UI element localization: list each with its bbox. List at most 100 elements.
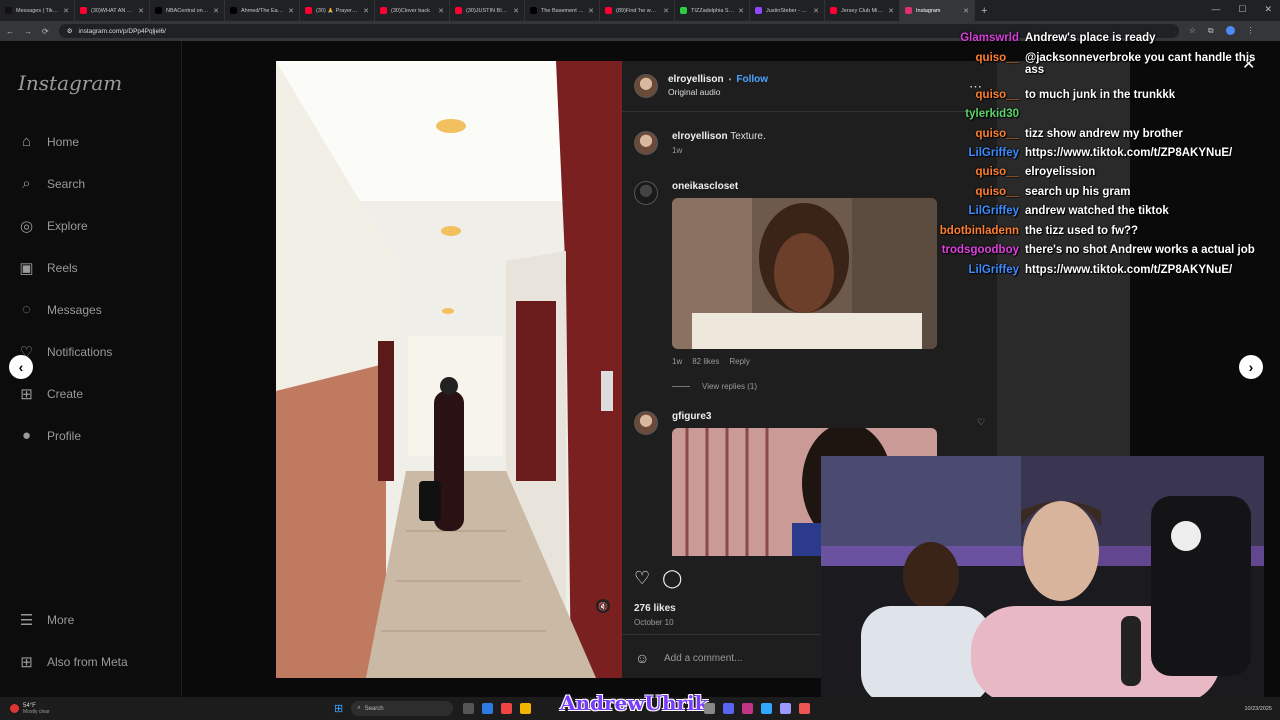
chat-username[interactable]: quiso__ xyxy=(900,89,1019,101)
close-window-icon[interactable]: ✕ xyxy=(1264,4,1272,15)
browser-tab[interactable]: (89)Find 'he was m ✕ xyxy=(600,0,675,21)
chat-username[interactable]: quiso__ xyxy=(900,186,1019,198)
browser-tab[interactable]: (30)JUSTIN BIEBER✕ xyxy=(450,0,525,21)
forward-icon[interactable]: → xyxy=(24,27,32,36)
tab-close-icon[interactable]: ✕ xyxy=(588,7,594,15)
browser-tab[interactable]: The Basement Spor ✕ xyxy=(525,0,600,21)
sidebar-item-messages[interactable]: ◌ Messages xyxy=(18,301,102,318)
next-post-button[interactable]: › xyxy=(1239,355,1263,379)
reload-icon[interactable]: ⟳ xyxy=(42,27,49,36)
site-info-icon[interactable]: ⚙ xyxy=(67,27,73,35)
discord-icon[interactable] xyxy=(723,703,734,714)
follow-button[interactable]: Follow xyxy=(736,74,768,85)
sidebar-item-notifications[interactable]: ♡ Notifications xyxy=(18,343,113,361)
browser-tab[interactable]: NBACentral on X: "/✕ xyxy=(150,0,225,21)
view-replies-button[interactable]: View replies (1) xyxy=(702,382,757,391)
photoshop-icon[interactable] xyxy=(761,703,772,714)
tab-favicon-icon xyxy=(5,7,12,14)
reply-button[interactable]: Reply xyxy=(729,357,749,366)
sidebar-item-explore[interactable]: ◎ Explore xyxy=(18,217,88,235)
app-icon[interactable] xyxy=(799,703,810,714)
chat-username[interactable]: tylerkid30 xyxy=(900,108,1019,120)
edge-icon[interactable] xyxy=(482,703,494,714)
browser-tab[interactable]: (30)Clover back ✕ xyxy=(375,0,450,21)
tab-close-icon[interactable]: ✕ xyxy=(513,7,519,15)
comment-icon[interactable]: ◯ xyxy=(662,568,682,589)
caption-avatar[interactable] xyxy=(634,131,658,155)
sidebar-item-reels[interactable]: ▣ Reels xyxy=(18,259,77,277)
taskbar-search[interactable]: ⌕ Search xyxy=(351,701,454,716)
weather-widget[interactable]: 54°F Mostly clear xyxy=(10,703,310,715)
instagram-logo[interactable]: Instagram xyxy=(18,71,122,95)
browser-tab[interactable]: JustinSteber - Twitch✕ xyxy=(750,0,825,21)
clock-date[interactable]: 10/23/2025 xyxy=(1244,706,1272,712)
audio-label[interactable]: Original audio xyxy=(668,87,768,97)
browser-tab[interactable]: Messages | TikTok ✕ xyxy=(0,0,75,21)
webcam-overlay xyxy=(821,456,1264,704)
browser-tab[interactable]: TIZZadelphia Stream ✕ xyxy=(675,0,750,21)
new-tab-icon[interactable]: + xyxy=(981,5,987,17)
author-username[interactable]: elroyellison xyxy=(668,74,724,85)
tab-close-icon[interactable]: ✕ xyxy=(963,7,969,15)
tab-close-icon[interactable]: ✕ xyxy=(288,7,294,15)
tab-close-icon[interactable]: ✕ xyxy=(438,7,444,15)
avatar-icon: ● xyxy=(21,427,32,444)
caption-username[interactable]: elroyellison xyxy=(672,131,728,142)
author-avatar[interactable] xyxy=(634,74,658,98)
chat-username[interactable]: quiso__ xyxy=(900,52,1019,64)
browser-tab[interactable]: Instagram ✕ xyxy=(900,0,975,21)
comment-gif[interactable] xyxy=(672,198,937,349)
browser-tab[interactable]: Ahmed/The Ears/& ✕ xyxy=(225,0,300,21)
comment-likes[interactable]: 82 likes xyxy=(692,357,719,366)
chat-username[interactable]: quiso__ xyxy=(900,166,1019,178)
instagram-app-icon[interactable] xyxy=(742,703,753,714)
more-button[interactable]: ☰ More xyxy=(18,611,75,629)
chat-username[interactable]: Glamswrld xyxy=(900,32,1019,44)
tab-close-icon[interactable]: ✕ xyxy=(213,7,219,15)
tab-close-icon[interactable]: ✕ xyxy=(138,7,144,15)
tab-close-icon[interactable]: ✕ xyxy=(663,7,669,15)
browser-tab[interactable]: Jersey Club Mix 2 (✕ xyxy=(825,0,900,21)
sidebar-item-create[interactable]: ⊞ Create xyxy=(18,385,83,403)
windows-start-icon[interactable]: ⊞ xyxy=(334,702,343,715)
sidebar-item-search[interactable]: ⌕ Search xyxy=(18,175,85,192)
mute-icon[interactable]: 🔇 xyxy=(596,599,610,613)
like-comment-icon[interactable]: ♡ xyxy=(977,417,985,428)
chat-username[interactable]: bdotbinladenn xyxy=(900,225,1019,237)
tab-close-icon[interactable]: ✕ xyxy=(363,7,369,15)
likes-count[interactable]: 276 likes xyxy=(634,603,676,614)
like-icon[interactable]: ♡ xyxy=(634,568,650,589)
comment-username[interactable]: oneikascloset xyxy=(672,181,937,192)
browser-tab[interactable]: (30) 🙏 Prayers up ✕ xyxy=(300,0,375,21)
previous-post-button[interactable]: ‹ xyxy=(9,355,33,379)
back-icon[interactable]: ← xyxy=(6,27,14,36)
tab-close-icon[interactable]: ✕ xyxy=(888,7,894,15)
also-from-meta-button[interactable]: ⊞ Also from Meta xyxy=(18,653,128,671)
add-comment-input[interactable]: Add a comment... xyxy=(664,653,742,664)
chat-username[interactable]: LilGriffey xyxy=(900,147,1019,159)
file-explorer-icon[interactable] xyxy=(463,703,475,714)
chrome-icon[interactable] xyxy=(501,703,513,714)
comment-username[interactable]: gfigure3 xyxy=(672,411,937,422)
emoji-icon[interactable]: ☺ xyxy=(635,650,649,666)
chat-text: Andrew's place is ready xyxy=(1025,32,1156,44)
chat-username[interactable]: LilGriffey xyxy=(900,264,1019,276)
sidebar-item-label: Search xyxy=(47,176,86,191)
tab-close-icon[interactable]: ✕ xyxy=(63,7,69,15)
chat-username[interactable]: trodsgoodboy xyxy=(900,244,1019,256)
premiere-icon[interactable] xyxy=(780,703,791,714)
chat-username[interactable]: LilGriffey xyxy=(900,205,1019,217)
chat-username[interactable]: quiso__ xyxy=(900,128,1019,140)
sidebar-item-profile[interactable]: ● Profile xyxy=(18,427,81,444)
tab-close-icon[interactable]: ✕ xyxy=(813,7,819,15)
sidebar-item-home[interactable]: ⌂ Home xyxy=(18,133,79,150)
comment-avatar[interactable] xyxy=(634,181,658,205)
maximize-icon[interactable]: ☐ xyxy=(1238,4,1246,15)
comment-avatar[interactable] xyxy=(634,411,658,435)
browser-tab[interactable]: (30)WHAT AN NBA ✕ xyxy=(75,0,150,21)
minimize-icon[interactable]: — xyxy=(1211,4,1220,15)
folder-icon[interactable] xyxy=(520,703,532,714)
post-video[interactable]: 🔇 xyxy=(276,61,622,678)
tab-close-icon[interactable]: ✕ xyxy=(738,7,744,15)
app-icon[interactable] xyxy=(704,703,715,714)
